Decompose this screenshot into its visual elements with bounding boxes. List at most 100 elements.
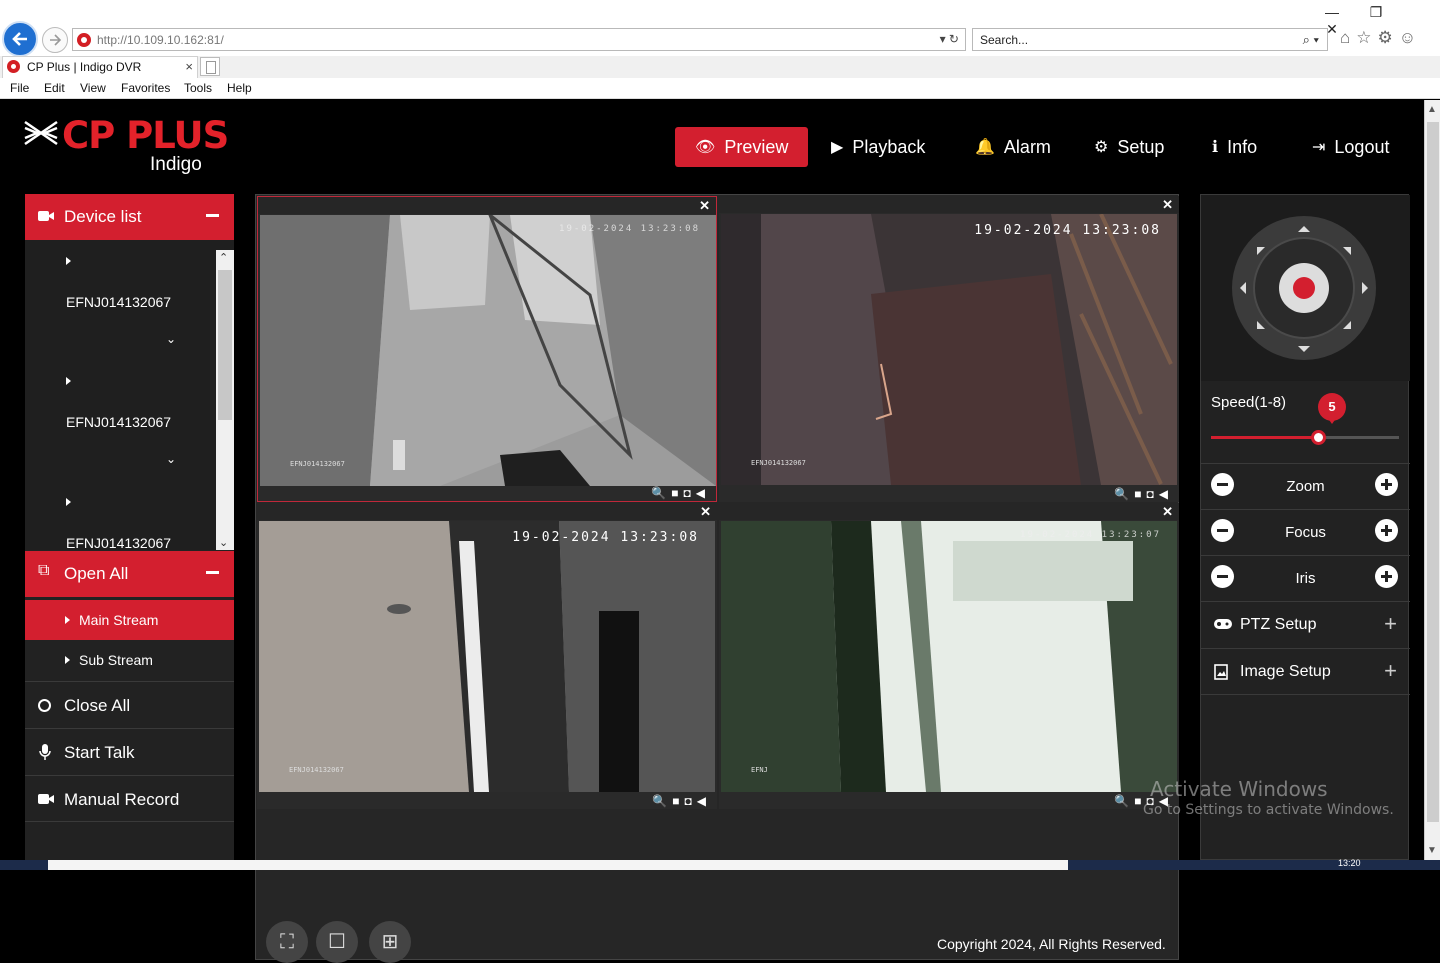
site-favicon-icon <box>77 33 91 47</box>
page-scroll-thumb[interactable] <box>1427 122 1439 822</box>
menu-edit[interactable]: Edit <box>44 81 65 95</box>
video-cell-controls[interactable]: 🔍■◘◀ <box>1114 487 1173 501</box>
cell-titlebar <box>258 197 716 214</box>
fullscreen-button[interactable]: ⛶ <box>266 921 308 963</box>
ptz-direction-pad <box>1232 216 1376 360</box>
scroll-up-icon[interactable]: ⌃ <box>219 251 228 264</box>
nav-setup-label: Setup <box>1117 136 1165 157</box>
nav-info[interactable]: ℹ Info <box>1212 127 1257 167</box>
scroll-down-icon[interactable]: ⌄ <box>219 536 228 549</box>
video-cell-3[interactable]: ✕ 19-02-2024 13:23:08 EFNJ014132067 🔍■◘◀ <box>257 503 717 809</box>
nav-setup[interactable]: ⚙ Setup <box>1094 127 1164 167</box>
nav-preview[interactable]: 👁 Preview <box>675 127 809 167</box>
close-icon[interactable]: ✕ <box>1310 21 1354 38</box>
device-list-label: Device list <box>64 207 142 226</box>
browser-search-field[interactable]: Search... ⌕ ▾ <box>972 28 1328 51</box>
chevron-down-icon[interactable]: ⌄ <box>166 332 176 346</box>
camera-feed-4[interactable]: 19-02-2024 13:23:07 EFNJ <box>721 521 1177 792</box>
camera-feed-1[interactable]: 19-02-2024 13:23:08 EFNJ014132067 <box>260 215 716 486</box>
scroll-up-icon[interactable]: ▲ <box>1427 104 1437 115</box>
main-stream-option[interactable]: Main Stream <box>25 600 234 640</box>
image-setup-section[interactable]: Image Setup + <box>1201 648 1410 695</box>
video-cell-2[interactable]: ✕ 19-02-2024 13:23:08 EFNJ014132067 🔍■◘◀ <box>719 196 1179 502</box>
expand-plus-icon[interactable]: + <box>1384 658 1397 684</box>
image-setup-label: Image Setup <box>1240 663 1331 680</box>
menu-help[interactable]: Help <box>227 81 252 95</box>
forward-button[interactable] <box>42 27 68 53</box>
scroll-down-icon[interactable]: ▼ <box>1427 845 1437 856</box>
nav-logout-label: Logout <box>1334 136 1390 157</box>
sub-stream-label: Sub Stream <box>79 652 153 668</box>
iris-plus-icon[interactable] <box>1375 565 1398 588</box>
cell-titlebar <box>257 503 717 520</box>
expand-caret-icon[interactable] <box>66 498 71 506</box>
close-all-label: Close All <box>64 696 131 715</box>
open-all-header[interactable]: ⧉ Open All <box>25 551 234 597</box>
speed-slider-handle[interactable] <box>1311 430 1327 445</box>
nav-alarm[interactable]: 🔔 Alarm <box>975 127 1051 167</box>
nav-playback[interactable]: ▶ Playback <box>831 127 925 167</box>
speed-slider[interactable] <box>1211 430 1399 445</box>
window-controls[interactable]: — ❐✕ <box>1310 4 1440 38</box>
nav-alarm-label: Alarm <box>1003 136 1051 157</box>
video-cell-4[interactable]: ✕ 19-02-2024 13:23:07 EFNJ 🔍■◘◀ <box>719 503 1179 809</box>
expand-caret-icon[interactable] <box>66 377 71 385</box>
tab-close-icon[interactable]: × <box>185 59 193 74</box>
page-scrollbar[interactable]: ▲ ▼ <box>1424 100 1440 860</box>
refresh-icon[interactable]: ▾ ↻ <box>940 32 959 46</box>
menu-tools[interactable]: Tools <box>184 81 212 95</box>
close-video-icon[interactable]: ✕ <box>700 504 711 520</box>
menu-file[interactable]: File <box>10 81 29 95</box>
logout-icon: ⇥ <box>1312 139 1326 156</box>
menu-favorites[interactable]: Favorites <box>121 81 170 95</box>
ptz-joystick[interactable] <box>1201 195 1410 381</box>
camera-feed-3[interactable]: 19-02-2024 13:23:08 EFNJ014132067 <box>259 521 715 792</box>
expand-plus-icon[interactable]: + <box>1384 611 1397 637</box>
video-cell-controls[interactable]: 🔍■◘◀ <box>652 794 711 808</box>
collapse-icon[interactable] <box>206 214 219 217</box>
open-all-label: Open All <box>64 564 129 583</box>
device-item[interactable]: EFNJ014132067 <box>66 294 171 310</box>
device-list-scrollbar[interactable]: ⌃ ⌄ <box>216 250 234 550</box>
manual-record-button[interactable]: Manual Record <box>25 775 234 822</box>
single-view-button[interactable]: ☐ <box>316 921 358 963</box>
focus-plus-icon[interactable] <box>1375 519 1398 542</box>
video-cell-controls[interactable]: 🔍■◘◀ <box>651 486 710 500</box>
caret-right-icon <box>65 656 70 664</box>
taskbar-search-area[interactable] <box>48 860 1068 870</box>
device-list-header[interactable]: Device list <box>25 194 234 240</box>
close-video-icon[interactable]: ✕ <box>699 198 710 214</box>
start-talk-button[interactable]: Start Talk <box>25 728 234 775</box>
video-timestamp: 19-02-2024 13:23:08 <box>974 223 1161 238</box>
new-tab-button[interactable] <box>200 57 220 76</box>
close-video-icon[interactable]: ✕ <box>1162 197 1173 213</box>
video-cell-1[interactable]: ✕ 19-02-2024 13:23:08 EFNJ014132067 🔍■◘◀ <box>257 196 717 502</box>
nav-playback-label: Playback <box>852 136 926 157</box>
ptz-setup-section[interactable]: PTZ Setup + <box>1201 601 1410 648</box>
minimize-icon[interactable]: — <box>1310 4 1354 20</box>
sub-stream-option[interactable]: Sub Stream <box>25 640 234 680</box>
restore-icon[interactable]: ❐ <box>1354 4 1398 21</box>
browser-tab[interactable]: CP Plus | Indigo DVR × <box>2 56 198 78</box>
chevron-down-icon[interactable]: ⌄ <box>166 452 176 466</box>
camera-image-1 <box>260 215 716 486</box>
device-item[interactable]: EFNJ014132067 <box>66 535 171 550</box>
collapse-icon[interactable] <box>206 571 219 574</box>
speed-slider-fill <box>1211 436 1319 439</box>
address-bar[interactable]: http://10.109.10.162:81/ ▾ ↻ <box>72 28 966 51</box>
camera-feed-2[interactable]: 19-02-2024 13:23:08 EFNJ014132067 <box>721 214 1177 485</box>
menu-bar: File Edit View Favorites Tools Help <box>0 78 1440 99</box>
camera-image-3 <box>259 521 715 792</box>
back-button[interactable] <box>2 21 38 57</box>
brand-subtitle: Indigo <box>150 154 202 175</box>
device-item[interactable]: EFNJ014132067 <box>66 414 171 430</box>
nav-logout[interactable]: ⇥ Logout <box>1312 127 1389 167</box>
expand-caret-icon[interactable] <box>66 257 71 265</box>
close-video-icon[interactable]: ✕ <box>1162 504 1173 520</box>
scroll-thumb[interactable] <box>218 270 232 420</box>
menu-view[interactable]: View <box>80 81 106 95</box>
zoom-in-icon[interactable] <box>1375 473 1398 496</box>
quad-view-button[interactable]: ⊞ <box>369 921 411 963</box>
arrow-right-icon <box>50 34 62 46</box>
close-all-button[interactable]: Close All <box>25 681 234 728</box>
